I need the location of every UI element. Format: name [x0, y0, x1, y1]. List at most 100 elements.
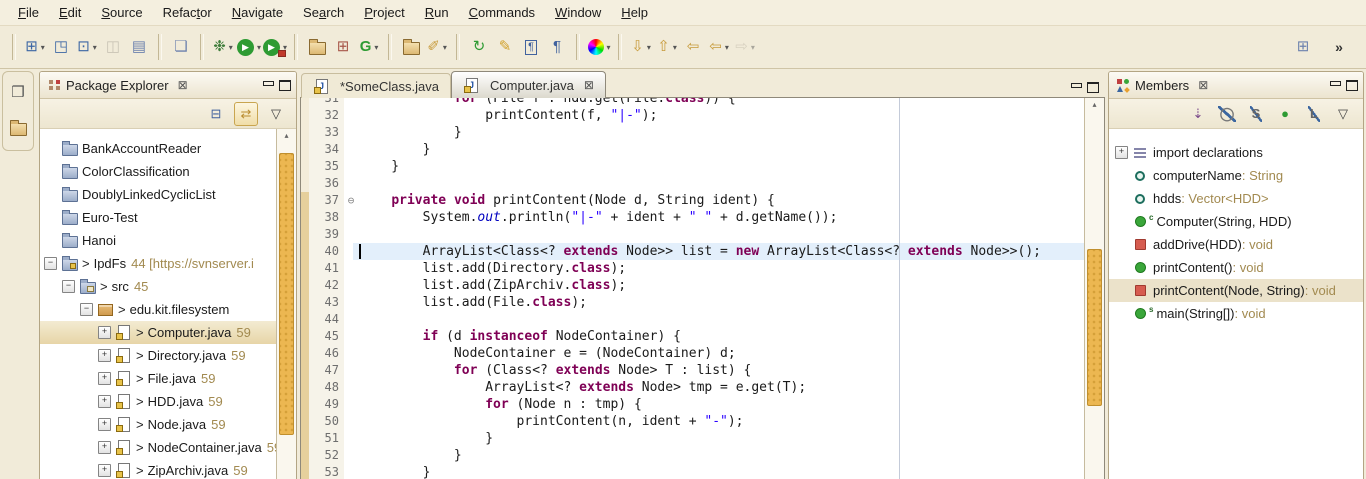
code-line-36[interactable]: 36 [301, 175, 1084, 192]
gwt-compile-button[interactable]: G▾ [357, 34, 381, 60]
package-explorer-scrollbar[interactable]: ▴ [276, 129, 296, 479]
code-text[interactable]: list.add(File.class); [358, 294, 1084, 311]
new-java-class-button[interactable]: ⊡▾ [75, 34, 99, 60]
code-text[interactable]: } [358, 141, 1084, 158]
scrollbar-thumb[interactable] [1087, 249, 1102, 406]
expand-icon[interactable]: + [98, 418, 111, 431]
code-line-39[interactable]: 39 [301, 226, 1084, 243]
code-text[interactable]: ArrayList<? extends Node> tmp = e.get(T)… [358, 379, 1084, 396]
print-button[interactable]: ▤ [127, 34, 151, 60]
menu-window[interactable]: Window [545, 2, 611, 23]
code-line-35[interactable]: 35 } [301, 158, 1084, 175]
close-icon[interactable]: ⊠ [1198, 78, 1208, 92]
menu-project[interactable]: Project [354, 2, 414, 23]
editor-body[interactable]: 31 for (File f : hdd.get(File.class)) {3… [300, 98, 1105, 479]
code-line-31[interactable]: 31 for (File f : hdd.get(File.class)) { [301, 98, 1084, 107]
show-paragraph-button[interactable]: ¶ [545, 34, 569, 60]
menu-edit[interactable]: Edit [49, 2, 91, 23]
code-text[interactable]: list.add(Directory.class); [358, 260, 1084, 277]
tree-item-node-java[interactable]: +>Node.java59 [40, 413, 277, 436]
code-text[interactable]: ArrayList<Class<? extends Node>> list = … [358, 243, 1084, 260]
last-edit-location-button[interactable]: ⇦ [681, 34, 705, 60]
dropdown-arrow-icon[interactable]: ▾ [647, 43, 651, 52]
menu-search[interactable]: Search [293, 2, 354, 23]
code-text[interactable]: printContent(f, "|-"); [358, 107, 1084, 124]
code-text[interactable]: printContent(n, ident + "-"); [358, 413, 1084, 430]
dropdown-arrow-icon[interactable]: ▾ [374, 43, 378, 52]
code-line-52[interactable]: 52 } [301, 447, 1084, 464]
new-java-project-button[interactable]: ◳ [49, 34, 73, 60]
code-line-42[interactable]: 42 list.add(ZipArchiv.class); [301, 277, 1084, 294]
refresh-button[interactable]: ↻ [467, 34, 491, 60]
code-text[interactable]: for (File f : hdd.get(File.class)) { [358, 98, 1084, 107]
code-text[interactable]: for (Node n : tmp) { [358, 396, 1084, 413]
expand-icon[interactable]: + [98, 326, 111, 339]
minimize-icon[interactable] [1070, 82, 1082, 92]
dropdown-arrow-icon[interactable]: ▾ [93, 43, 97, 52]
restore-views-button[interactable]: ❒ [6, 80, 30, 106]
hide-local-button[interactable]: L [1303, 103, 1325, 125]
color-palette-button[interactable]: ▾ [587, 34, 611, 60]
code-text[interactable]: } [358, 124, 1084, 141]
code-line-47[interactable]: 47 for (Class<? extends Node> T : list) … [301, 362, 1084, 379]
code-text[interactable]: if (d instanceof NodeContainer) { [358, 328, 1084, 345]
member-item-main-string[interactable]: smain(String[]) : void [1109, 302, 1363, 325]
code-line-40[interactable]: 40 ArrayList<Class<? extends Node>> list… [301, 243, 1084, 260]
toolbar-overflow-button[interactable]: » [1327, 34, 1351, 60]
view-menu-button[interactable]: ▽ [1332, 103, 1354, 125]
close-icon[interactable]: ⊠ [584, 78, 594, 92]
search-pen-button[interactable]: ✐▾ [425, 34, 449, 60]
tree-item-computer-java[interactable]: +>Computer.java59 [40, 321, 277, 344]
code-line-46[interactable]: 46 NodeContainer e = (NodeContainer) d; [301, 345, 1084, 362]
member-item-hdds[interactable]: hdds : Vector<HDD> [1109, 187, 1363, 210]
collapse-icon[interactable]: − [80, 303, 93, 316]
open-perspective-button[interactable] [6, 115, 30, 141]
code-line-33[interactable]: 33 } [301, 124, 1084, 141]
hide-static-button[interactable]: S [1245, 103, 1267, 125]
new-wizard-button[interactable]: ⊞▾ [23, 34, 47, 60]
maximize-icon[interactable] [1346, 80, 1358, 90]
expand-icon[interactable]: + [98, 372, 111, 385]
code-text[interactable]: } [358, 447, 1084, 464]
scroll-up-icon[interactable]: ▴ [277, 129, 296, 142]
hide-fields-button[interactable]: ◯ [1216, 103, 1238, 125]
code-line-48[interactable]: 48 ArrayList<? extends Node> tmp = e.get… [301, 379, 1084, 396]
code-line-32[interactable]: 32 printContent(f, "|-"); [301, 107, 1084, 124]
next-annotation-button[interactable]: ⇩▾ [629, 34, 653, 60]
tree-item-directory-java[interactable]: +>Directory.java59 [40, 344, 277, 367]
show-whitespace-button[interactable]: ¶ [519, 34, 543, 60]
dropdown-arrow-icon[interactable]: ▾ [725, 43, 729, 52]
expand-icon[interactable]: + [1115, 146, 1130, 159]
tree-item-src[interactable]: −>src45 [40, 275, 277, 298]
view-menu-button[interactable]: ▽ [265, 103, 287, 125]
collapse-all-button[interactable]: ⊟ [205, 103, 227, 125]
tree-item-hanoi[interactable]: Hanoi [40, 229, 277, 252]
tree-item-ipdfs[interactable]: −>IpdFs44 [https://svnserver.i [40, 252, 277, 275]
expand-icon[interactable]: + [98, 441, 111, 454]
collapse-icon[interactable]: − [44, 257, 57, 270]
maximize-icon[interactable] [1087, 82, 1099, 92]
member-item-printcontent-node-string[interactable]: printContent(Node, String) : void [1109, 279, 1363, 302]
code-text[interactable]: System.out.println("|-" + ident + " " + … [358, 209, 1084, 226]
debug-button[interactable]: ❉▾ [211, 34, 235, 60]
code-text[interactable] [358, 311, 1084, 328]
expand-icon[interactable]: + [1115, 146, 1128, 159]
code-line-38[interactable]: 38 System.out.println("|-" + ident + " "… [301, 209, 1084, 226]
show-public-button[interactable]: ● [1274, 103, 1296, 125]
dropdown-arrow-icon[interactable]: ▾ [229, 43, 233, 52]
code-text[interactable]: list.add(ZipArchiv.class); [358, 277, 1084, 294]
dropdown-arrow-icon[interactable]: ▾ [607, 43, 611, 52]
tree-item-colorclassification[interactable]: ColorClassification [40, 160, 277, 183]
open-resource-button[interactable] [399, 34, 423, 60]
close-icon[interactable]: ⊠ [178, 78, 188, 92]
sort-button[interactable]: ⇣ [1187, 103, 1209, 125]
code-line-51[interactable]: 51 } [301, 430, 1084, 447]
code-text[interactable]: for (Class<? extends Node> T : list) { [358, 362, 1084, 379]
code-text[interactable]: } [358, 464, 1084, 479]
code-line-49[interactable]: 49 for (Node n : tmp) { [301, 396, 1084, 413]
fold-collapse-icon[interactable]: ⊖ [344, 192, 358, 209]
code-line-41[interactable]: 41 list.add(Directory.class); [301, 260, 1084, 277]
junit-button[interactable]: ⊞ [331, 34, 355, 60]
menu-source[interactable]: Source [91, 2, 152, 23]
editor-tab-computer-java[interactable]: JComputer.java⊠ [451, 71, 606, 98]
